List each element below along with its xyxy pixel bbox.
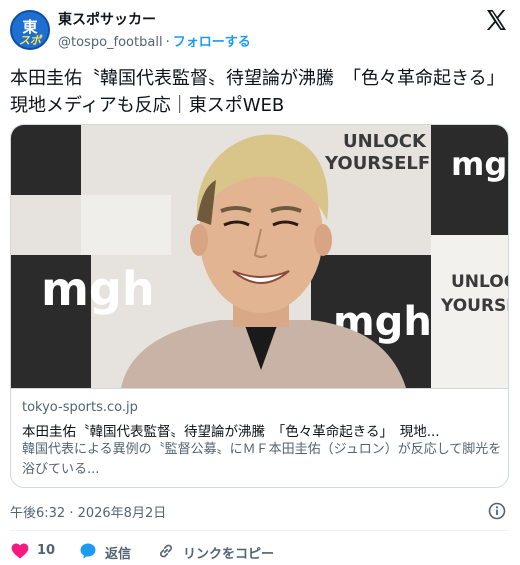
backdrop-text-yourself: YOURSELF xyxy=(324,153,430,174)
card-domain: tokyo-sports.co.jp xyxy=(22,400,138,415)
tweet-text: 本田圭佑〝韓国代表監督〟待望論が沸騰 「色々革命起きる」 現地メディアも反応｜東… xyxy=(10,68,514,116)
card-image: mgh mgh mgh UNLOCK YOURSELF UNLOCK YOURS… xyxy=(11,125,509,388)
link-icon xyxy=(160,544,172,558)
backdrop-text-yourself-2: YOURSELF xyxy=(440,296,509,316)
tweet-timestamp[interactable]: 午後6:32 · 2026年8月2日 xyxy=(10,502,166,521)
backdrop-text-mgh-3: mgh xyxy=(451,145,509,183)
backdrop-text-unlock: UNLOCK xyxy=(343,131,427,152)
copy-link-button[interactable]: リンクをコピー xyxy=(156,540,296,562)
reply-button[interactable]: 返信 xyxy=(78,540,148,562)
backdrop-text-unlock-2: UNLOCK xyxy=(451,272,509,292)
avatar-text-bottom: スポ xyxy=(19,34,41,47)
divider xyxy=(10,530,509,531)
info-icon[interactable] xyxy=(488,502,506,520)
account-name[interactable]: 東スポサッカー xyxy=(58,9,156,29)
link-card[interactable]: mgh mgh mgh UNLOCK YOURSELF UNLOCK YOURS… xyxy=(10,124,509,488)
handle-separator: · xyxy=(165,35,170,50)
handle-row: @tospo_football · フォローする xyxy=(58,31,251,50)
account-handle[interactable]: @tospo_football xyxy=(58,35,163,50)
reply-label: 返信 xyxy=(105,547,132,562)
action-bar: 10 返信 リンクをコピー xyxy=(10,540,510,562)
like-button[interactable]: 10 xyxy=(10,540,70,562)
follow-button[interactable]: フォローする xyxy=(173,35,251,50)
card-description: 韓国代表による異例の〝監督公募〟にＭＦ本田圭佑（ジュロン）が反応して脚光を浴びて… xyxy=(22,442,502,477)
card-title[interactable]: 本田圭佑〝韓国代表監督〟待望論が沸騰 「色々革命起きる」 現地... xyxy=(22,420,502,440)
copy-link-label: リンクをコピー xyxy=(183,547,275,562)
x-logo-icon[interactable] xyxy=(484,8,508,32)
card-meta: tokyo-sports.co.jp 本田圭佑〝韓国代表監督〟待望論が沸騰 「色… xyxy=(11,388,508,487)
card-photo: mgh mgh mgh UNLOCK YOURSELF UNLOCK YOURS… xyxy=(11,125,509,388)
reply-bubble-icon xyxy=(80,543,96,559)
backdrop-text-mgh-1: mgh xyxy=(41,262,155,316)
like-count: 10 xyxy=(37,543,56,558)
tweet-header: 東 スポ 東スポサッカー @tospo_football · フォローする xyxy=(0,0,520,60)
avatar[interactable]: 東 スポ xyxy=(10,10,50,50)
heart-icon xyxy=(11,543,29,559)
